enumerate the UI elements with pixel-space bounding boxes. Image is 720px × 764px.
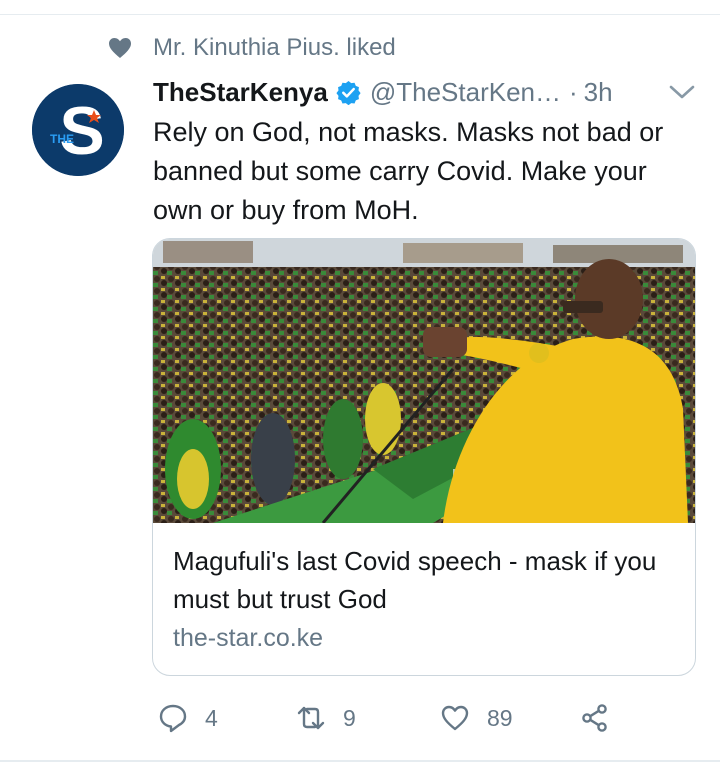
reply-count: 4: [205, 704, 218, 731]
social-context[interactable]: Mr. Kinuthia Pius. liked: [108, 33, 396, 63]
retweet-icon: [297, 706, 325, 730]
share-button[interactable]: [580, 700, 610, 736]
heart-icon: [109, 38, 131, 58]
like-button[interactable]: 89: [440, 700, 513, 736]
social-context-text: Mr. Kinuthia Pius. liked: [153, 34, 396, 61]
card-domain: the-star.co.ke: [173, 624, 324, 652]
tweet-header: TheStarKenya @TheStarKen… · 3h: [153, 72, 698, 112]
tweet-text: Rely on God, not masks. Masks not bad or…: [153, 117, 664, 225]
card-image: [153, 239, 695, 523]
display-name[interactable]: TheStarKenya: [153, 77, 328, 108]
reply-button[interactable]: 4: [158, 700, 218, 736]
action-bar: 4 9 89: [0, 700, 720, 736]
top-divider: [0, 14, 720, 15]
like-count: 89: [487, 704, 513, 731]
timestamp[interactable]: 3h: [584, 77, 613, 108]
bottom-divider: [0, 760, 720, 762]
retweet-button[interactable]: 9: [296, 700, 356, 736]
avatar-letter: S: [59, 93, 104, 169]
verified-badge-icon: [336, 80, 361, 105]
avatar[interactable]: S THE: [32, 84, 124, 176]
retweet-count: 9: [343, 704, 356, 731]
avatar-small-text: THE: [50, 132, 74, 146]
share-icon: [582, 704, 607, 732]
card-title: Magufuli's last Covid speech - mask if y…: [173, 546, 657, 614]
link-card[interactable]: Magufuli's last Covid speech - mask if y…: [152, 238, 696, 676]
heart-outline-icon: [441, 705, 469, 731]
chevron-down-icon[interactable]: [668, 82, 696, 102]
reply-icon: [159, 704, 187, 733]
separator-dot: ·: [568, 76, 578, 107]
handle[interactable]: @TheStarKen…: [370, 77, 561, 108]
